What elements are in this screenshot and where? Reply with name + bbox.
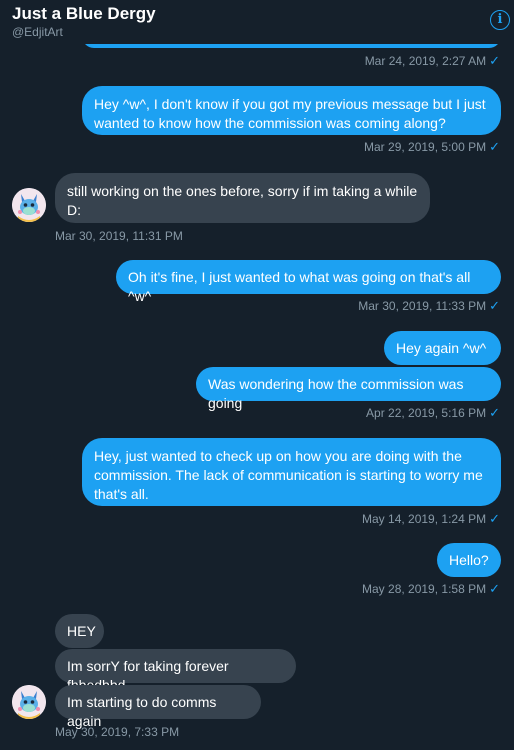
message-timestamp: Mar 29, 2019, 5:00 PM ✓ [364,139,500,154]
message-timestamp: Mar 24, 2019, 2:27 AM ✓ [364,53,500,68]
message-timestamp: May 14, 2019, 1:24 PM ✓ [362,511,500,526]
sent-message-bubble[interactable]: Hello? [437,543,501,577]
dragon-avatar-icon [12,685,46,719]
read-check-icon: ✓ [489,139,500,154]
received-message-bubble[interactable]: Im starting to do comms again [55,685,261,729]
message-timestamp: Apr 22, 2019, 5:16 PM ✓ [366,405,500,420]
read-check-icon: ✓ [489,53,500,68]
sent-message-bubble[interactable]: Oh it's fine, I just wanted to what was … [116,260,501,304]
message-timestamp: Mar 30, 2019, 11:33 PM ✓ [358,298,500,313]
received-message-bubble[interactable]: Im sorrY for taking forever fhbedbbd [55,649,296,693]
read-check-icon: ✓ [489,405,500,420]
sent-message-bubble[interactable]: Hey ^w^, I don't know if you got my prev… [82,86,501,135]
sent-message-bubble[interactable]: Hey, just wanted to check up on how you … [82,438,501,506]
received-message-bubble[interactable]: still working on the ones before, sorry … [55,173,430,223]
dragon-avatar-icon [12,188,46,222]
conversation-title[interactable]: Just a Blue Dergy [12,4,156,24]
sent-message-bubble[interactable]: Was wondering how the commission was goi… [196,367,501,411]
info-icon[interactable]: i [490,10,510,30]
read-check-icon: ✓ [489,581,500,596]
conversation-handle[interactable]: @EdjitArt [12,25,63,39]
avatar[interactable] [12,188,46,222]
read-check-icon: ✓ [489,298,500,313]
sent-message-bubble[interactable]: Hey again ^w^ [384,331,501,365]
read-check-icon: ✓ [489,511,500,526]
received-message-bubble[interactable]: HEY [55,614,104,648]
message-timestamp: May 28, 2019, 1:58 PM ✓ [362,581,500,596]
message-timestamp: Mar 30, 2019, 11:31 PM [55,229,183,243]
conversation-header: Just a Blue Dergy @EdjitArt i [0,0,514,44]
avatar[interactable] [12,685,46,719]
message-timestamp: May 30, 2019, 7:33 PM [55,725,180,739]
